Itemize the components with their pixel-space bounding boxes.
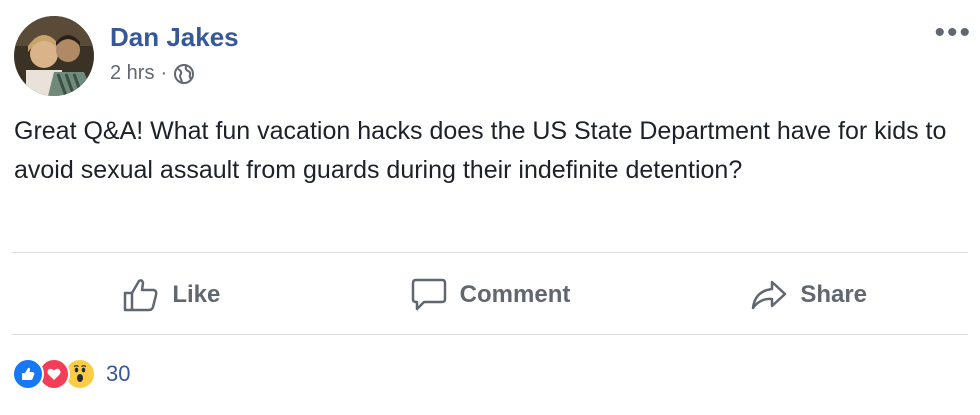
post-text: Great Q&A! What fun vacation hacks does … bbox=[14, 117, 947, 184]
comment-label: Comment bbox=[459, 281, 571, 308]
comment-button[interactable]: Comment bbox=[331, 262, 650, 328]
share-icon bbox=[752, 280, 787, 310]
timestamp[interactable]: 2 hrs bbox=[110, 62, 154, 85]
avatar[interactable] bbox=[14, 16, 94, 96]
like-button[interactable]: Like bbox=[12, 262, 331, 328]
like-label: Like bbox=[172, 281, 221, 308]
reaction-count[interactable]: 30 bbox=[106, 361, 130, 387]
thumbs-up-icon bbox=[124, 279, 158, 312]
reactions-summary[interactable]: 30 bbox=[12, 358, 130, 390]
share-button[interactable]: Share bbox=[649, 262, 968, 328]
author-name[interactable]: Dan Jakes bbox=[110, 22, 239, 53]
comment-icon bbox=[411, 278, 446, 311]
meta-separator: · bbox=[160, 62, 168, 84]
post-meta: 2 hrs · bbox=[110, 62, 195, 85]
share-label: Share bbox=[800, 281, 868, 308]
like-reaction-icon bbox=[12, 358, 44, 390]
action-bar: Like Comment Share bbox=[12, 262, 968, 328]
divider-top bbox=[12, 252, 968, 253]
avatar-photo bbox=[14, 16, 94, 96]
more-options-icon[interactable]: ••• bbox=[934, 18, 972, 48]
post-card: Dan Jakes 2 hrs · ••• Great Q&A! What fu… bbox=[0, 0, 980, 415]
divider-bottom bbox=[12, 334, 968, 335]
globe-icon bbox=[174, 63, 195, 84]
